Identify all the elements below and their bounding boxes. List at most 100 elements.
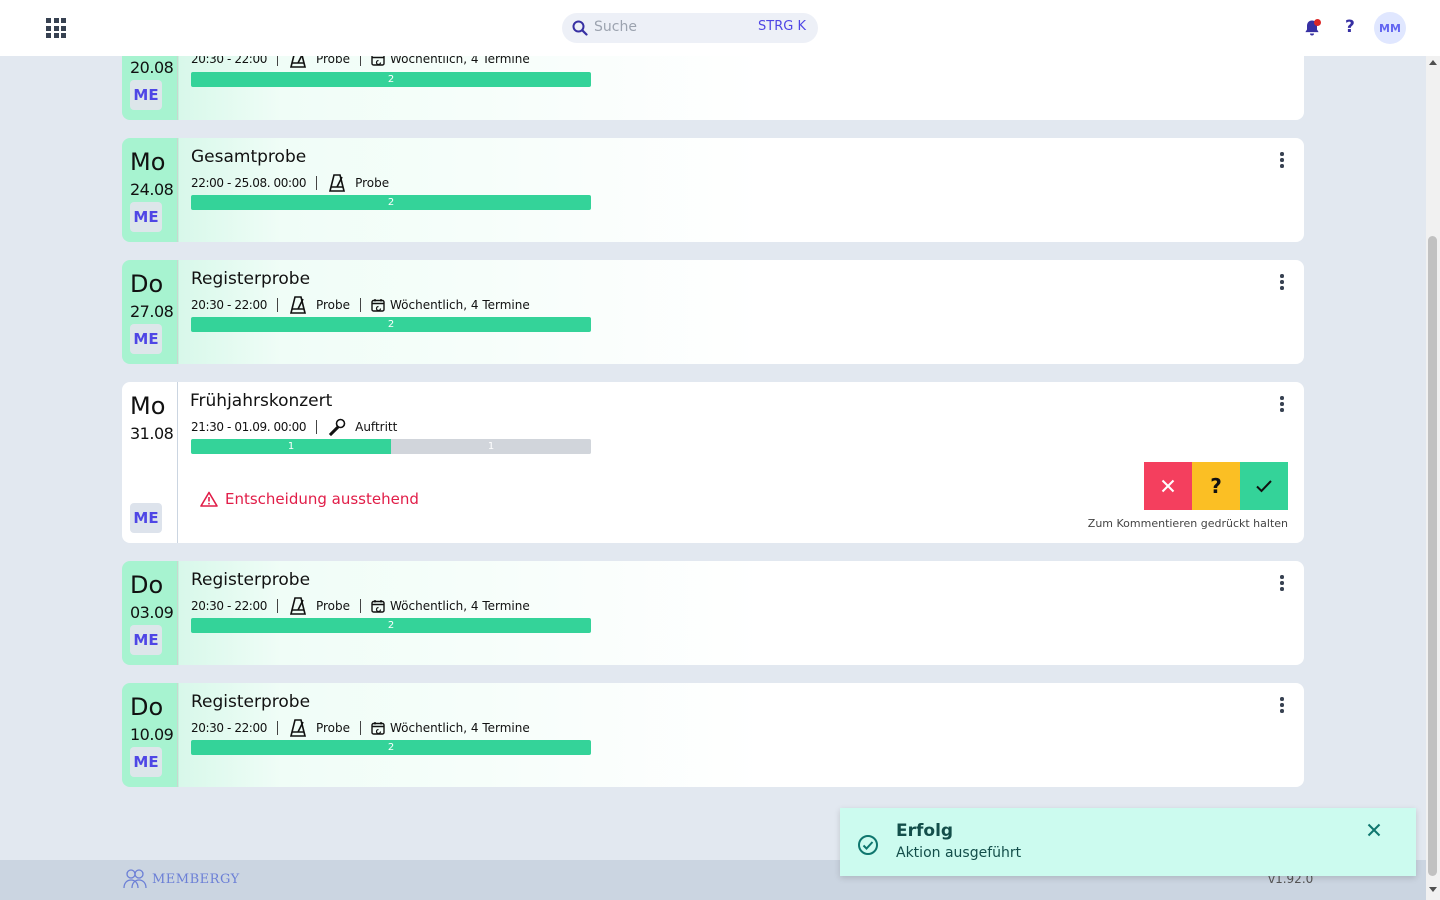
event-title[interactable]: Registerprobe: [191, 570, 310, 590]
notification-dot: [1314, 19, 1321, 26]
search-shortcut: STRG K: [758, 19, 806, 34]
rsvp-buttons: ?: [1144, 462, 1288, 510]
apps-grid-icon[interactable]: [46, 18, 66, 38]
event-recurrence: Wöchentlich, 4 Termine: [389, 298, 530, 312]
pending-decision-notice: Entscheidung ausstehend: [200, 490, 419, 508]
attendance-bar-accepted: 2: [191, 618, 591, 633]
event-title[interactable]: Registerprobe: [191, 269, 310, 289]
event-weekday: Mo: [130, 148, 166, 176]
attendance-bar-accepted: 1: [191, 439, 391, 454]
member-badge: ME: [130, 80, 162, 110]
success-toast: Erfolg Aktion ausgeführt: [840, 808, 1416, 876]
event-meta: 20:30 - 22:00 Probe Wöchentlich, 4 Termi…: [191, 296, 530, 314]
membergy-logo-icon: [123, 869, 147, 889]
event-meta: 20:30 - 22:00 Probe Wöchentlich, 4 Termi…: [191, 719, 530, 737]
event-date-column: Do 10.09 ME: [122, 683, 178, 787]
top-bar: Suche STRG K ? MM: [0, 0, 1440, 56]
microphone-icon: [328, 418, 346, 437]
help-button[interactable]: ?: [1345, 17, 1355, 37]
attendance-bar: 2: [191, 740, 591, 755]
event-date: 10.09: [130, 725, 174, 744]
close-icon: [1161, 479, 1175, 493]
event-date: 03.09: [130, 603, 174, 622]
event-card[interactable]: Do 10.09 ME Registerprobe 20:30 - 22:00 …: [122, 683, 1304, 787]
calendar-repeat-icon: [371, 600, 385, 613]
event-date: 31.08: [130, 424, 174, 443]
hold-to-comment-hint: Zum Kommentieren gedrückt halten: [1087, 517, 1288, 530]
event-weekday: Do: [130, 270, 164, 298]
maybe-button[interactable]: ?: [1192, 462, 1240, 510]
calendar-repeat-icon: [371, 299, 385, 312]
event-time: 22:00 - 25.08. 00:00: [191, 176, 307, 190]
event-date: 20.08: [130, 58, 174, 77]
event-weekday: Mo: [130, 392, 166, 420]
search-input[interactable]: Suche STRG K: [562, 13, 818, 43]
event-type: Auftritt: [355, 420, 398, 434]
event-recurrence: Wöchentlich, 4 Termine: [389, 721, 530, 735]
scroll-up-arrow[interactable]: [1429, 60, 1437, 65]
toast-message: Aktion ausgeführt: [896, 845, 1022, 861]
event-date-column: Do 03.09 ME: [122, 561, 178, 665]
event-meta: 20:30 - 22:00 Probe Wöchentlich, 4 Termi…: [191, 597, 530, 615]
toast-close-icon[interactable]: [1366, 822, 1382, 838]
event-meta: 21:30 - 01.09. 00:00 Auftritt: [191, 418, 398, 437]
member-badge: ME: [130, 747, 162, 777]
event-menu-button[interactable]: [1278, 697, 1286, 713]
event-type: Probe: [315, 721, 350, 735]
metronome-icon: [289, 719, 306, 737]
brand-logo[interactable]: MEMBERGY: [122, 868, 240, 890]
check-circle-icon: [858, 835, 878, 855]
calendar-repeat-icon: [371, 722, 385, 735]
event-time: 20:30 - 22:00: [191, 721, 267, 735]
metronome-icon: [329, 174, 346, 192]
attendance-bar-accepted: 2: [191, 72, 591, 87]
event-time: 20:30 - 22:00: [191, 599, 267, 613]
event-title[interactable]: Registerprobe: [191, 692, 310, 712]
accept-button[interactable]: [1240, 462, 1288, 510]
attendance-bar-open: 1: [391, 439, 591, 454]
search-placeholder: Suche: [594, 19, 637, 35]
attendance-bar: 2: [191, 72, 591, 87]
event-date-column: Mo 24.08 ME: [122, 138, 178, 242]
event-card-pending[interactable]: Mo 31.08 ME Frühjahrskonzert 21:30 - 01.…: [122, 382, 1304, 543]
scroll-down-arrow[interactable]: [1429, 887, 1437, 892]
scrollbar-thumb[interactable]: [1428, 236, 1437, 876]
event-recurrence: Wöchentlich, 4 Termine: [389, 599, 530, 613]
event-date: 24.08: [130, 180, 174, 199]
attendance-bar-accepted: 2: [191, 317, 591, 332]
event-title[interactable]: Gesamtprobe: [191, 147, 306, 167]
event-date-column: Mo 31.08 ME: [122, 382, 178, 543]
event-menu-button[interactable]: [1278, 152, 1286, 168]
metronome-icon: [289, 296, 306, 314]
attendance-bar-accepted: 2: [191, 740, 591, 755]
event-title[interactable]: Frühjahrskonzert: [190, 391, 332, 411]
event-type: Probe: [315, 298, 350, 312]
event-time: 21:30 - 01.09. 00:00: [191, 420, 307, 434]
attendance-bar: 2: [191, 618, 591, 633]
event-menu-button[interactable]: [1278, 274, 1286, 290]
member-badge: ME: [130, 625, 162, 655]
avatar[interactable]: MM: [1374, 12, 1406, 44]
decline-button[interactable]: [1144, 462, 1192, 510]
attendance-bar: 2: [191, 317, 591, 332]
warning-icon: [200, 491, 218, 507]
event-card[interactable]: Do 03.09 ME Registerprobe 20:30 - 22:00 …: [122, 561, 1304, 665]
event-menu-button[interactable]: [1278, 396, 1286, 412]
event-time: 20:30 - 22:00: [191, 298, 267, 312]
event-meta: 22:00 - 25.08. 00:00 Probe: [191, 174, 389, 192]
event-card[interactable]: Do 27.08 ME Registerprobe 20:30 - 22:00 …: [122, 260, 1304, 364]
member-badge: ME: [130, 503, 162, 533]
member-badge: ME: [130, 202, 162, 232]
metronome-icon: [289, 597, 306, 615]
event-date-column: Do 27.08 ME: [122, 260, 178, 364]
event-card[interactable]: Mo 24.08 ME Gesamtprobe 22:00 - 25.08. 0…: [122, 138, 1304, 242]
event-type: Probe: [315, 599, 350, 613]
event-type: Probe: [355, 176, 390, 190]
member-badge: ME: [130, 324, 162, 354]
attendance-bar: 1 1: [191, 439, 591, 454]
event-menu-button[interactable]: [1278, 575, 1286, 591]
event-date: 27.08: [130, 302, 174, 321]
attendance-bar: 2: [191, 195, 591, 210]
check-icon: [1256, 480, 1272, 493]
event-weekday: Do: [130, 571, 164, 599]
